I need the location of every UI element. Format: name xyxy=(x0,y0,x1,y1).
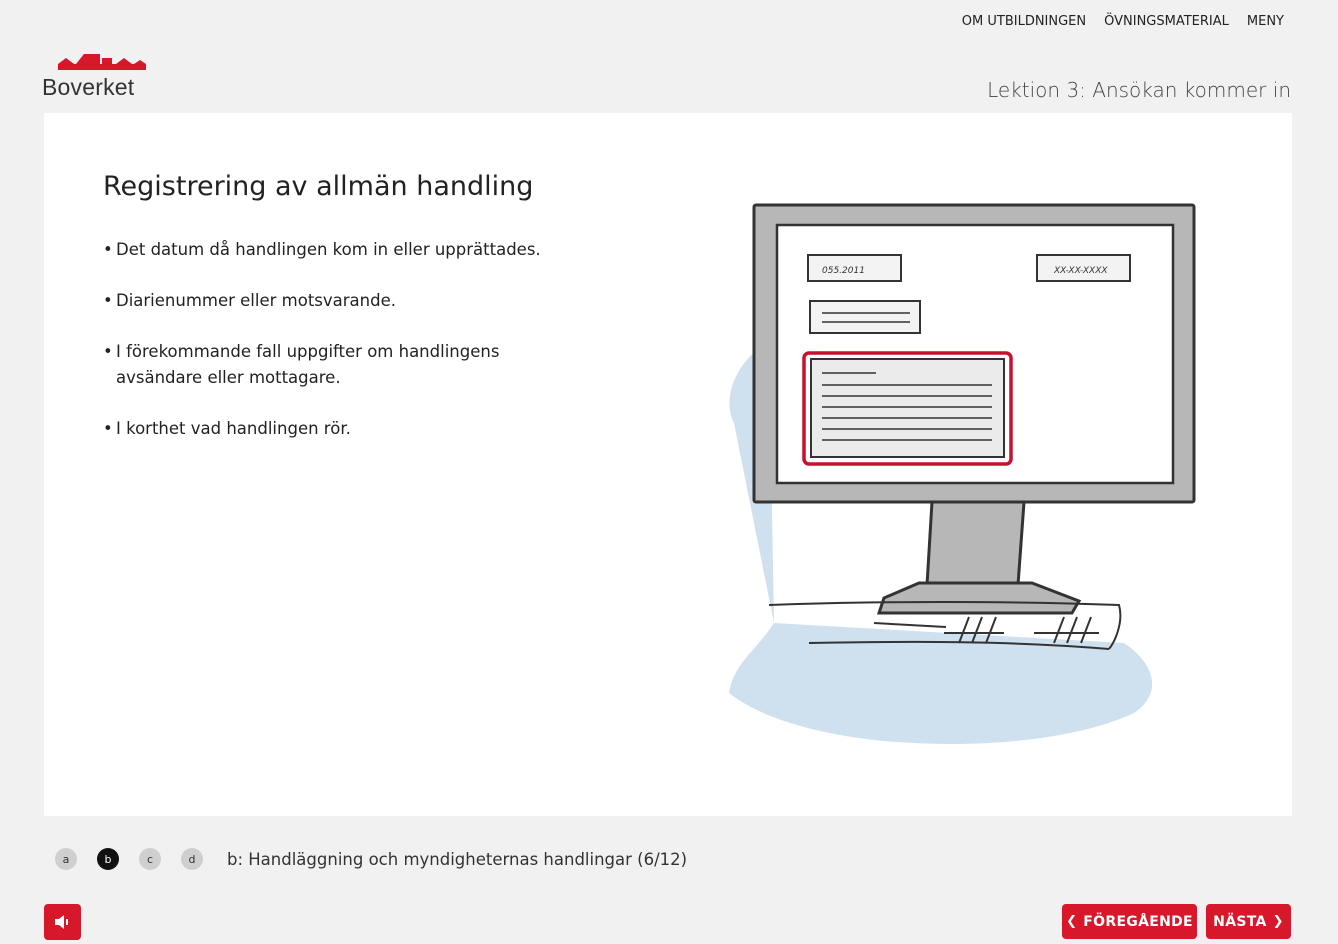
logo-houses-icon xyxy=(58,54,146,70)
logo-wordmark: Boverket xyxy=(42,74,135,100)
bullet-item: Diarienummer eller motsvarande. xyxy=(103,288,583,314)
slide-panel: Registrering av allmän handling Det datu… xyxy=(44,113,1292,816)
slide-title: Registrering av allmän handling xyxy=(103,171,534,202)
bullet-item: Det datum då handlingen kom in eller upp… xyxy=(103,237,583,263)
step-a-button[interactable]: a xyxy=(55,848,77,870)
nav-menu-link[interactable]: MENY xyxy=(1247,14,1284,29)
previous-button[interactable]: ❮ FÖREGÅENDE xyxy=(1062,904,1197,939)
monitor-base xyxy=(876,581,1082,615)
chevron-left-icon: ❮ xyxy=(1066,914,1078,929)
next-button[interactable]: NÄSTA ❯ xyxy=(1206,904,1291,939)
step-caption: b: Handläggning och myndigheternas handl… xyxy=(227,849,688,869)
next-label: NÄSTA xyxy=(1213,913,1267,930)
step-c-button[interactable]: c xyxy=(139,848,161,870)
nav-about-link[interactable]: OM UTBILDNINGEN xyxy=(962,14,1086,29)
bullet-list: Det datum då handlingen kom in eller upp… xyxy=(103,237,583,467)
bullet-item: I korthet vad handlingen rör. xyxy=(103,416,583,442)
monitor-neck xyxy=(925,500,1026,587)
step-d-button[interactable]: d xyxy=(181,848,203,870)
top-navigation: OM UTBILDNINGEN ÖVNINGSMATERIAL MENY xyxy=(962,14,1284,29)
nav-exercises-link[interactable]: ÖVNINGSMATERIAL xyxy=(1104,14,1229,29)
audio-button[interactable] xyxy=(44,904,81,940)
lesson-title: Lektion 3: Ansökan kommer in xyxy=(987,78,1291,102)
chevron-right-icon: ❯ xyxy=(1272,914,1284,929)
boverket-logo: Boverket xyxy=(42,44,162,101)
step-b-button[interactable]: b xyxy=(97,848,119,870)
bullet-item: I förekommande fall uppgifter om handlin… xyxy=(103,339,583,391)
small-form-box xyxy=(809,300,921,334)
id-field-text: XX-XX-XXXX xyxy=(1053,266,1108,276)
date-field-text: 055.2011 xyxy=(822,266,865,276)
speaker-icon xyxy=(54,915,68,929)
previous-label: FÖREGÅENDE xyxy=(1083,913,1193,930)
step-indicator: a b c d b: Handläggning och myndighetern… xyxy=(55,848,687,870)
computer-illustration: 055.2011 XX-XX-XXXX xyxy=(729,203,1196,744)
